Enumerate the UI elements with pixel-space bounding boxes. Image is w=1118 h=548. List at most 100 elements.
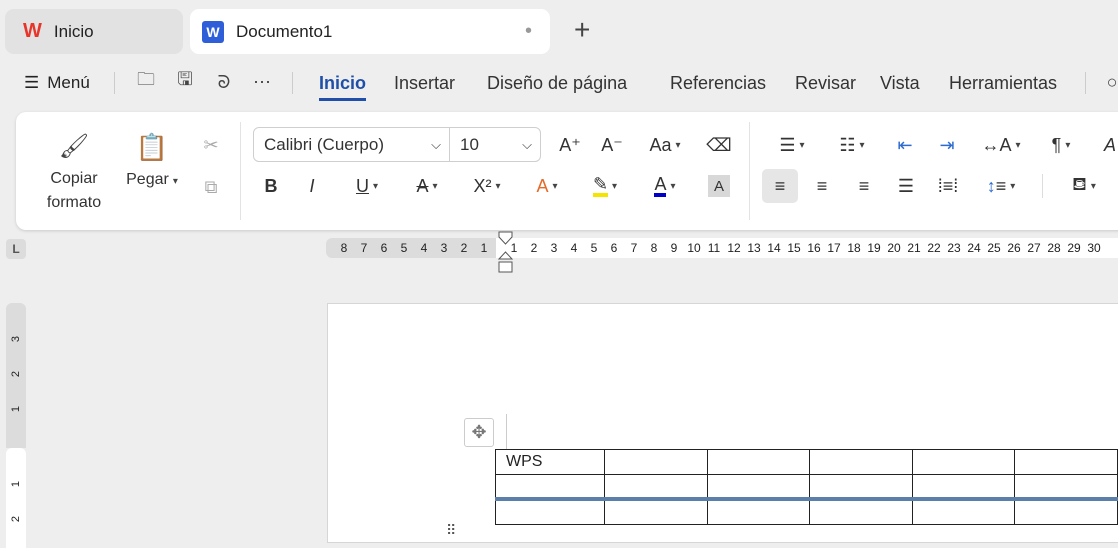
superscript-button[interactable]: X² ▾ <box>465 171 509 201</box>
font-size-select[interactable]: 10 ⌵ <box>449 127 541 162</box>
table-cell[interactable] <box>706 499 811 525</box>
table-cell[interactable] <box>809 499 913 525</box>
shrink-font-button[interactable]: A⁻ <box>598 130 626 160</box>
table-row: WPS <box>495 449 1118 475</box>
tab-inicio[interactable]: W Inicio <box>5 9 183 54</box>
table-cell[interactable] <box>911 474 1016 500</box>
tab-revisar[interactable]: Revisar <box>795 73 856 94</box>
divider <box>240 122 241 220</box>
hamburger-icon: ☰ <box>24 73 40 92</box>
tab-vista[interactable]: Vista <box>880 73 920 94</box>
table-cell[interactable] <box>911 449 1016 475</box>
table-cell[interactable] <box>911 499 1016 525</box>
ruler-tick-label: 5 <box>400 241 408 255</box>
tab-stop-selector[interactable]: L <box>6 239 26 259</box>
distributed-icon[interactable]: ⁞≡⁞ <box>934 171 962 201</box>
new-tab-button[interactable]: + <box>574 14 590 46</box>
paragraph-marks-button[interactable]: ¶ ▾ <box>1040 130 1082 160</box>
bold-button[interactable]: B <box>257 171 285 201</box>
ruler-tick-label: 17 <box>827 241 841 255</box>
tab-insertar[interactable]: Insertar <box>394 73 455 94</box>
sort-button[interactable]: A <box>1098 130 1118 160</box>
share-icon[interactable]: ᘐ <box>212 70 236 94</box>
font-color-button[interactable]: A ▾ <box>643 171 687 201</box>
increase-indent-icon[interactable]: ⇥ <box>933 130 961 160</box>
tab-referencias[interactable]: Referencias <box>670 73 766 94</box>
menu-button[interactable]: ☰ Menú <box>24 73 90 93</box>
more-icon[interactable]: ⋯ <box>250 70 274 94</box>
table-cell[interactable] <box>1014 449 1118 475</box>
divider <box>1085 72 1086 94</box>
text-effect-button[interactable]: A ▾ <box>525 171 569 201</box>
search-icon[interactable]: ○ <box>1100 70 1118 94</box>
align-right-icon[interactable]: ≡ <box>850 171 878 201</box>
cut-icon[interactable]: ✂ <box>197 130 225 160</box>
table-cell[interactable] <box>603 449 708 475</box>
ruler-tick-label: 7 <box>630 241 638 255</box>
chevron-down-icon: ⌵ <box>522 136 532 152</box>
table-cell[interactable] <box>706 449 811 475</box>
wps-logo-icon: W <box>23 20 42 42</box>
ruler-tick-label: 18 <box>847 241 861 255</box>
shading-button[interactable]: ⛾ ▾ <box>1062 171 1106 201</box>
tab-herramientas[interactable]: Herramientas <box>949 73 1057 94</box>
ruler-tick-label: 2 <box>530 241 538 255</box>
table-row <box>495 474 1118 500</box>
char-shading-button[interactable]: A <box>708 175 730 197</box>
open-folder-icon[interactable]: 🗀 <box>134 69 158 94</box>
eraser-icon[interactable]: ⌫ <box>705 130 733 160</box>
chevron-down-icon: ▾ <box>432 180 438 192</box>
paste-button[interactable]: 📋 Pegar ▾ <box>120 132 184 189</box>
change-case-button[interactable]: Aa ▾ <box>642 130 688 160</box>
horizontal-ruler[interactable]: 1 2 3 4 5 6 7 8 9 10 11 12 13 14 15 16 17 18 19 20 21 22 23 24 2… <box>496 238 1118 258</box>
bullets-button[interactable]: ☰ ▾ <box>770 130 814 160</box>
char-spacing-button[interactable]: ↔A ▾ <box>978 130 1024 160</box>
copy-icon[interactable]: ⧉ <box>197 172 225 202</box>
tab-diseno-pagina[interactable]: Diseño de página <box>487 73 627 94</box>
document-table[interactable]: WPS <box>495 449 1118 525</box>
ruler-tick-label: 8 <box>340 241 348 255</box>
chevron-down-icon: ▾ <box>1065 139 1071 151</box>
table-cell[interactable] <box>809 474 913 500</box>
table-cell[interactable] <box>1014 499 1118 525</box>
table-cell[interactable] <box>495 474 605 500</box>
italic-button[interactable]: I <box>298 171 326 201</box>
table-cell[interactable] <box>603 474 708 500</box>
chevron-down-icon: ▾ <box>1010 180 1016 192</box>
table-move-handle-icon[interactable]: ✥ <box>464 418 494 447</box>
chevron-down-icon: ▾ <box>495 180 501 192</box>
decrease-indent-icon[interactable]: ⇤ <box>891 130 919 160</box>
numbering-button[interactable]: ☷ ▾ <box>830 130 874 160</box>
chevron-down-icon: ▾ <box>372 180 379 192</box>
copy-format-button[interactable]: 🖌 Copiar formato <box>38 132 110 215</box>
tab-inicio-ribbon[interactable]: Inicio <box>319 73 367 101</box>
line-spacing-button[interactable]: ↕ ≡ ▾ <box>978 171 1024 201</box>
drag-handle-icon[interactable]: ⠿ <box>446 522 456 539</box>
ruler-tick-label: 3 <box>10 335 22 343</box>
grow-font-button[interactable]: A⁺ <box>556 130 584 160</box>
table-cell[interactable] <box>809 449 913 475</box>
font-name-select[interactable]: Calibri (Cuerpo) ⌵ <box>253 127 450 162</box>
highlight-button[interactable]: ✎ ▾ <box>583 171 627 201</box>
align-left-icon[interactable]: ≡ <box>762 169 798 203</box>
table-cell[interactable] <box>495 499 605 525</box>
table-cell[interactable] <box>603 499 708 525</box>
ruler-tick-label: 2 <box>10 370 22 378</box>
divider <box>749 122 750 220</box>
ruler-tick-label: 15 <box>787 241 801 255</box>
underline-button[interactable]: U ▾ <box>345 171 389 201</box>
table-cell[interactable] <box>706 474 811 500</box>
table-cell[interactable] <box>1014 474 1118 500</box>
tab-documento1[interactable]: W Documento1 • <box>190 9 550 54</box>
chevron-down-icon: ▾ <box>1090 180 1096 192</box>
chevron-down-icon: ▾ <box>1015 139 1021 151</box>
justify-icon[interactable]: ☰ <box>892 171 920 201</box>
save-icon[interactable]: 🖫 <box>173 69 197 94</box>
align-center-icon[interactable]: ≡ <box>808 171 836 201</box>
numbered-list-icon: ☷ <box>839 134 856 155</box>
table-cell[interactable]: WPS <box>495 449 605 475</box>
strikethrough-button[interactable]: A ▾ <box>405 171 449 201</box>
indent-marker[interactable] <box>497 231 514 273</box>
vertical-ruler[interactable]: 12 <box>6 448 26 548</box>
ruler-tick-label: 24 <box>967 241 981 255</box>
